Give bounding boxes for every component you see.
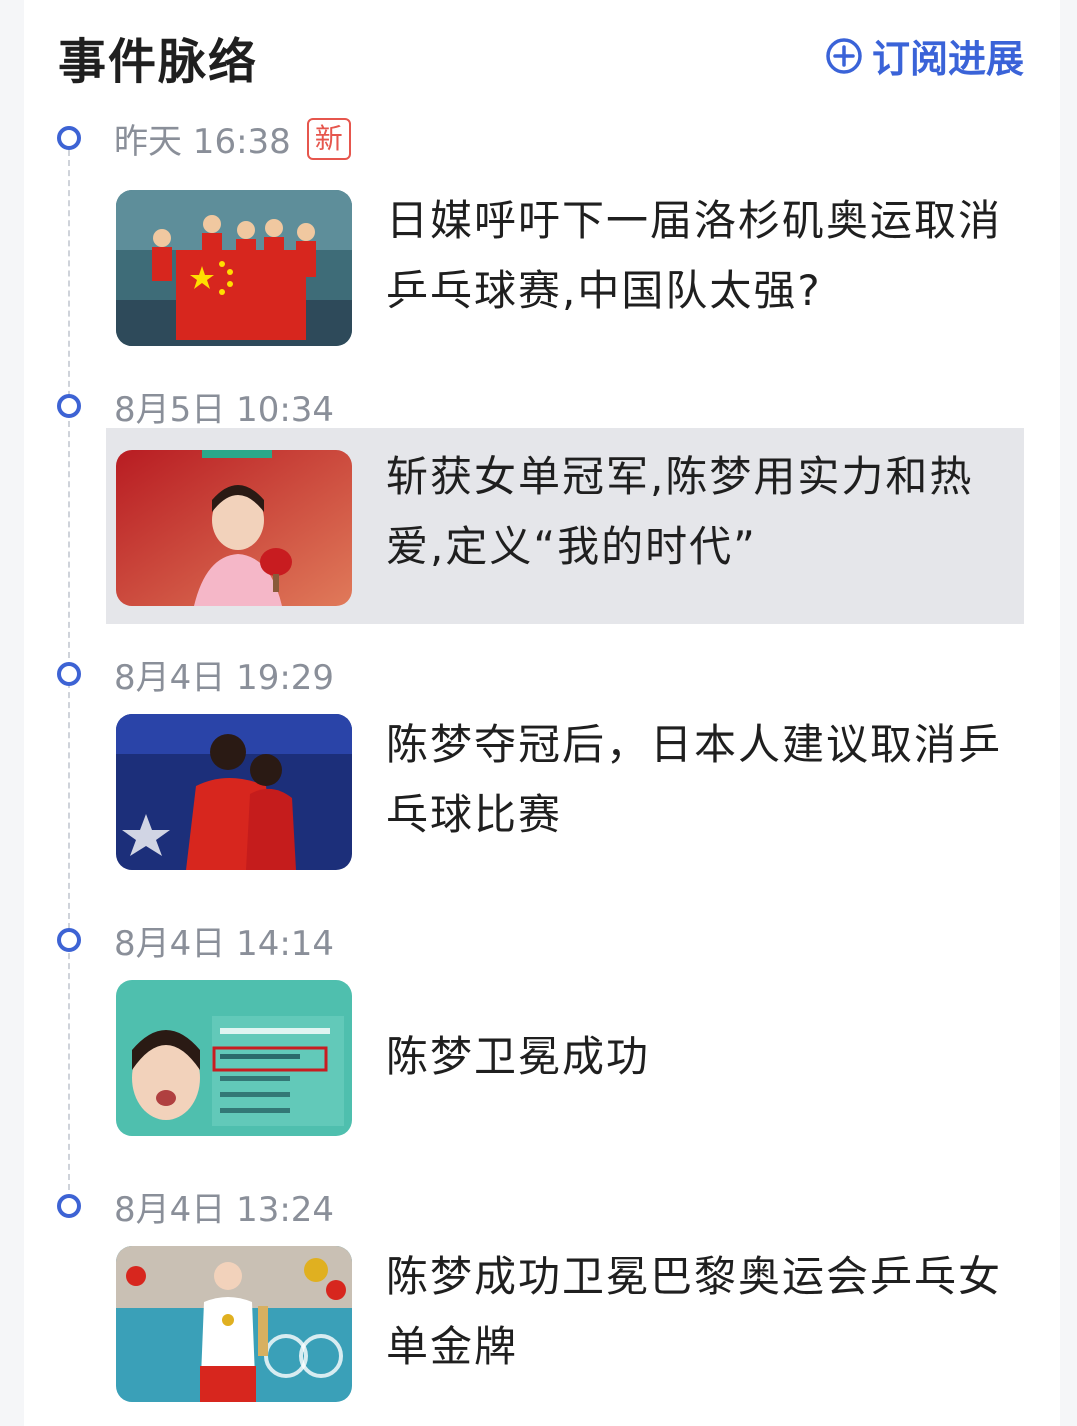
plus-circle-icon (826, 37, 862, 74)
timestamp: 8月4日 19:29 (114, 650, 334, 699)
news-headline: 日媒呼吁下一届洛杉矶奥运取消乒乓球赛,中国队太强? (386, 196, 1003, 315)
new-badge: 新 (306, 117, 351, 160)
news-headline: 斩获女单冠军,陈梦用实力和热爱,定义“我的时代” (386, 452, 974, 571)
news-thumbnail (116, 190, 352, 346)
timestamp-text: 8月4日 19:29 (114, 658, 335, 698)
news-headline: 陈梦夺冠后，日本人建议取消乒乓球比赛 (386, 720, 1003, 839)
news-item[interactable]: 日媒呼吁下一届洛杉矶奥运取消乒乓球赛,中国队太强? (106, 172, 1024, 368)
timeline-dot (57, 1194, 81, 1218)
news-thumbnail (116, 1246, 352, 1402)
timeline-dot (57, 126, 81, 150)
section-title: 事件脉络 (58, 34, 259, 90)
timestamp-text: 8月4日 13:24 (114, 1190, 335, 1230)
header: 事件脉络 订阅进展 (58, 14, 1024, 90)
news-headline: 陈梦卫冕成功 (386, 1032, 651, 1081)
news-headline: 陈梦成功卫冕巴黎奥运会乒乓女单金牌 (386, 1252, 1003, 1371)
timestamp: 8月4日 13:24 (114, 1182, 334, 1231)
news-thumbnail (116, 980, 352, 1136)
timeline-dot (57, 394, 81, 418)
timestamp-text: 8月4日 14:14 (114, 924, 335, 964)
news-item[interactable]: 陈梦夺冠后，日本人建议取消乒乓球比赛 (106, 696, 1024, 892)
timestamp-text: 8月5日 10:34 (114, 390, 335, 430)
news-item[interactable]: 陈梦卫冕成功 (106, 962, 1024, 1158)
timeline-dot (57, 928, 81, 952)
subscribe-label: 订阅进展 (871, 37, 1024, 81)
timestamp: 8月5日 10:34 (114, 382, 334, 431)
subscribe-button[interactable]: 订阅进展 (824, 28, 1024, 83)
news-thumbnail (116, 450, 352, 606)
news-item[interactable]: 陈梦成功卫冕巴黎奥运会乒乓女单金牌 (106, 1228, 1024, 1424)
timestamp-text: 昨天 16:38 (114, 122, 291, 162)
timestamp: 8月4日 14:14 (114, 916, 334, 965)
timestamp: 昨天 16:38 新 (114, 114, 351, 163)
news-thumbnail (116, 714, 352, 870)
timeline-dot (57, 662, 81, 686)
news-item[interactable]: 斩获女单冠军,陈梦用实力和热爱,定义“我的时代” (106, 428, 1024, 624)
event-timeline-card: 事件脉络 订阅进展 昨天 16:38 新 日媒呼吁下一届洛杉矶奥运取消乒乓球赛,… (24, 0, 1060, 1426)
